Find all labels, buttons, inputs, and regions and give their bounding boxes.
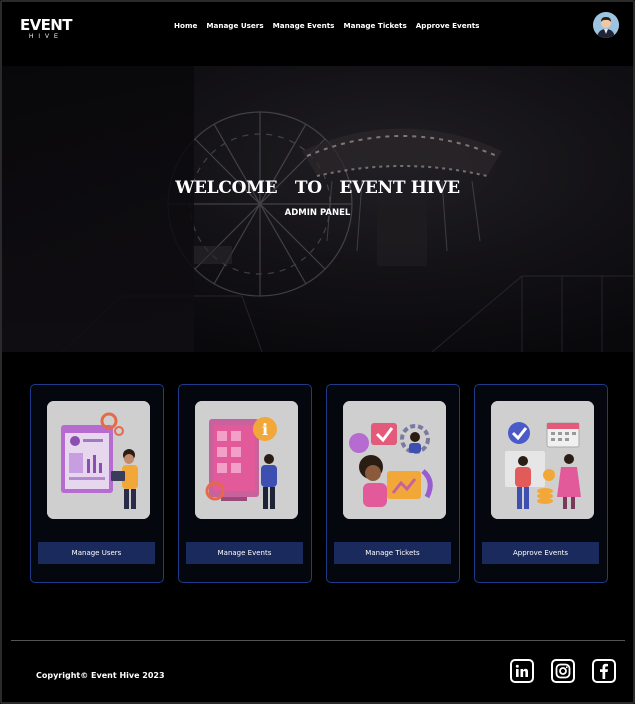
footer-divider [11, 640, 625, 641]
nav-manage-users[interactable]: Manage Users [206, 21, 263, 30]
approve-events-button[interactable]: Approve Events [482, 542, 599, 564]
approve-events-illustration [491, 401, 594, 519]
linkedin-icon[interactable] [510, 659, 534, 683]
card-manage-tickets: Manage Tickets [326, 384, 460, 583]
manage-users-illustration [47, 401, 150, 519]
hero-title-word: WELCOME [175, 178, 278, 198]
manage-tickets-button[interactable]: Manage Tickets [334, 542, 451, 564]
manage-events-button[interactable]: Manage Events [186, 542, 303, 564]
manage-events-illustration: i [195, 401, 298, 519]
copyright-text: Copyright© Event Hive 2023 [36, 671, 165, 680]
card-approve-events: Approve Events [474, 384, 608, 583]
hero-title-word: TO [294, 178, 322, 198]
hero-subtitle: ADMIN PANEL [284, 208, 351, 218]
nav-approve-events[interactable]: Approve Events [416, 21, 480, 30]
brand-name: EVENT [20, 16, 72, 34]
facebook-icon[interactable] [592, 659, 616, 683]
nav-home[interactable]: Home [174, 21, 197, 30]
nav-links: Home Manage Users Manage Events Manage T… [174, 21, 488, 30]
admin-cards: Manage Users i Manage Events Manage Tick… [30, 384, 608, 583]
nav-manage-tickets[interactable]: Manage Tickets [343, 21, 406, 30]
nav-manage-events[interactable]: Manage Events [273, 21, 335, 30]
svg-text:i: i [262, 420, 268, 439]
card-manage-users: Manage Users [30, 384, 164, 583]
user-avatar-icon[interactable] [593, 12, 619, 38]
navbar: EVENT HIVE Home Manage Users Manage Even… [2, 2, 633, 66]
manage-users-button[interactable]: Manage Users [38, 542, 155, 564]
manage-tickets-illustration [343, 401, 446, 519]
hero-title-word: EVENT HIVE [339, 178, 460, 198]
hero-title: WELCOME TO EVENT HIVE [2, 178, 633, 198]
card-manage-events: i Manage Events [178, 384, 312, 583]
hero-banner: WELCOME TO EVENT HIVE ADMIN PANEL [2, 66, 633, 352]
brand-logo[interactable]: EVENT HIVE [20, 16, 72, 41]
instagram-icon[interactable] [551, 659, 575, 683]
brand-tagline: HIVE [28, 34, 63, 40]
